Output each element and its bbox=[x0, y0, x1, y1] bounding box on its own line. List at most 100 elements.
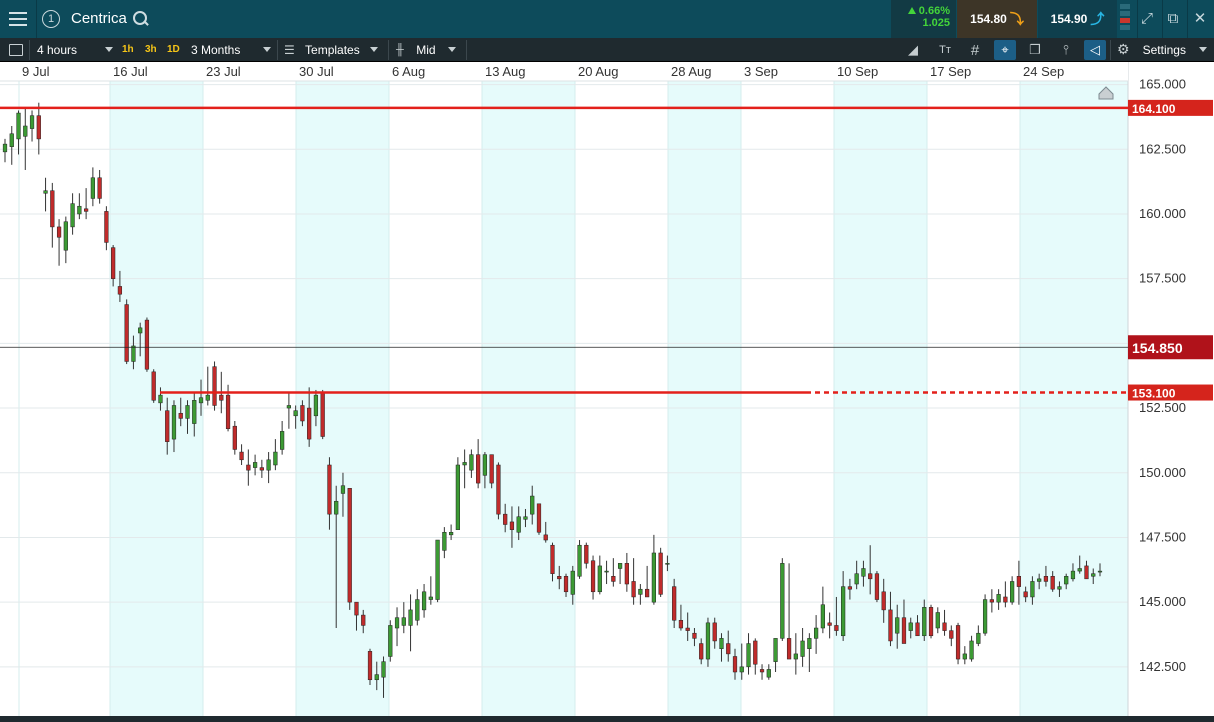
candle-body bbox=[84, 208, 89, 212]
candle-body bbox=[638, 588, 643, 595]
candle-body bbox=[266, 459, 271, 471]
candle-body bbox=[509, 521, 515, 530]
candle-body bbox=[320, 392, 325, 437]
candle-body bbox=[178, 412, 183, 419]
candle-body bbox=[381, 661, 386, 678]
text-tool-icon[interactable]: Tт bbox=[934, 40, 956, 60]
y-tick-label: 142.500 bbox=[1139, 659, 1186, 674]
candle-body bbox=[901, 617, 907, 644]
candle-body bbox=[942, 622, 947, 631]
panel-number-icon: 1 bbox=[42, 10, 60, 28]
close-icon[interactable]: ✕ bbox=[1191, 10, 1209, 28]
price-change: 0.66% 1.025 bbox=[891, 0, 956, 38]
candle-body bbox=[367, 651, 373, 681]
candle-body bbox=[665, 563, 670, 565]
divider bbox=[29, 40, 30, 60]
week-shade bbox=[668, 62, 741, 716]
x-tick-label: 17 Sep bbox=[930, 64, 971, 79]
candle-body bbox=[516, 516, 521, 533]
candle-body bbox=[922, 607, 927, 637]
candle-body bbox=[117, 286, 123, 295]
candle-body bbox=[1084, 565, 1089, 580]
layers-icon[interactable]: ❐ bbox=[1024, 40, 1046, 60]
candle-body bbox=[56, 226, 62, 238]
candle-body bbox=[1043, 576, 1049, 582]
candle-body bbox=[293, 410, 298, 417]
popout-icon[interactable]: ⧉ bbox=[1164, 10, 1182, 28]
signal-strength-icon[interactable] bbox=[1120, 4, 1132, 34]
candle-body bbox=[1097, 570, 1103, 573]
price-chart[interactable]: 165.000162.500160.000157.500155.000152.5… bbox=[0, 62, 1214, 722]
crosshair-icon[interactable]: ⌖ bbox=[994, 40, 1016, 60]
indicators-icon[interactable]: ⫯ bbox=[1055, 40, 1077, 60]
candle-body bbox=[645, 588, 650, 598]
menu-button[interactable] bbox=[0, 0, 36, 38]
candle-body bbox=[557, 576, 562, 580]
candle-body bbox=[854, 573, 859, 585]
interval-1d-button[interactable]: 1D bbox=[167, 38, 180, 61]
divider bbox=[388, 40, 389, 60]
settings-label: Settings bbox=[1142, 42, 1186, 57]
candle-body bbox=[861, 568, 866, 577]
buy-arrow-icon: ⤴ bbox=[1090, 11, 1105, 27]
candle-body bbox=[205, 394, 210, 401]
bottom-scrollbar[interactable] bbox=[0, 716, 1214, 722]
search-icon[interactable] bbox=[133, 11, 149, 27]
candle-body bbox=[415, 599, 420, 621]
interval-3h-button[interactable]: 3h bbox=[145, 38, 157, 61]
week-shade bbox=[1020, 62, 1128, 716]
drawing-tools-icon[interactable]: ◢ bbox=[902, 40, 924, 60]
y-tick-label: 145.000 bbox=[1139, 594, 1186, 609]
settings-button[interactable]: ⚙ Settings bbox=[1117, 38, 1207, 61]
interval-select[interactable]: 4 hours bbox=[37, 38, 113, 61]
candle-body bbox=[1057, 586, 1062, 590]
hamburger-icon bbox=[9, 12, 27, 26]
price-tag-164: 164.100 bbox=[1132, 102, 1176, 116]
candle-body bbox=[577, 544, 582, 577]
candle-body bbox=[1070, 570, 1076, 580]
candle-body bbox=[766, 669, 771, 678]
candle-body bbox=[543, 534, 548, 541]
candle-body bbox=[23, 125, 28, 137]
sell-button[interactable]: 154.80 ⤵ bbox=[957, 0, 1037, 38]
templates-button[interactable]: ☰ Templates bbox=[284, 38, 378, 61]
candle-body bbox=[232, 425, 237, 450]
grid-icon[interactable]: # bbox=[964, 40, 986, 60]
panel-number-button[interactable]: 1 bbox=[38, 0, 64, 38]
candle-body bbox=[888, 609, 893, 642]
candle-body bbox=[631, 581, 636, 598]
list-view-button[interactable] bbox=[9, 38, 23, 61]
candle-body bbox=[374, 674, 379, 681]
candle-body bbox=[672, 586, 677, 621]
price-tag-icon[interactable]: ◁ bbox=[1084, 40, 1106, 60]
maximize-icon[interactable]: ⤢ bbox=[1138, 10, 1156, 28]
chevron-down-icon bbox=[370, 47, 378, 52]
y-tick-label: 152.500 bbox=[1139, 400, 1186, 415]
candle-body bbox=[462, 462, 467, 466]
candle-body bbox=[90, 177, 95, 199]
range-select[interactable]: 3 Months bbox=[191, 38, 271, 61]
candle-body bbox=[124, 304, 129, 362]
price-type-select[interactable]: ╫ Mid bbox=[396, 38, 456, 61]
candle-body bbox=[814, 627, 819, 639]
x-tick-label: 20 Aug bbox=[578, 64, 619, 79]
interval-1h-button[interactable]: 1h bbox=[122, 38, 134, 61]
candlestick-chart[interactable]: 165.000162.500160.000157.500155.000152.5… bbox=[0, 62, 1214, 716]
candle-body bbox=[685, 627, 690, 631]
candle-body bbox=[185, 405, 190, 419]
templates-label: Templates bbox=[305, 42, 360, 57]
candle-body bbox=[726, 643, 731, 655]
candle-body bbox=[104, 211, 109, 243]
title-bar: 1 Centrica 0.66% 1.025 154.80 ⤵ 154.90 ⤴… bbox=[0, 0, 1214, 38]
candle-body bbox=[50, 190, 55, 228]
candle-body bbox=[1050, 576, 1055, 590]
x-tick-label: 6 Aug bbox=[392, 64, 425, 79]
candle-body bbox=[219, 394, 224, 401]
week-shade bbox=[834, 62, 927, 716]
buy-button[interactable]: 154.90 ⤴ bbox=[1038, 0, 1117, 38]
candle-body bbox=[280, 431, 285, 450]
sliders-icon: ☰ bbox=[284, 42, 295, 57]
price-type-value: Mid bbox=[416, 42, 436, 57]
price-tag-153: 153.100 bbox=[1132, 387, 1176, 401]
candle-body bbox=[1023, 591, 1028, 598]
